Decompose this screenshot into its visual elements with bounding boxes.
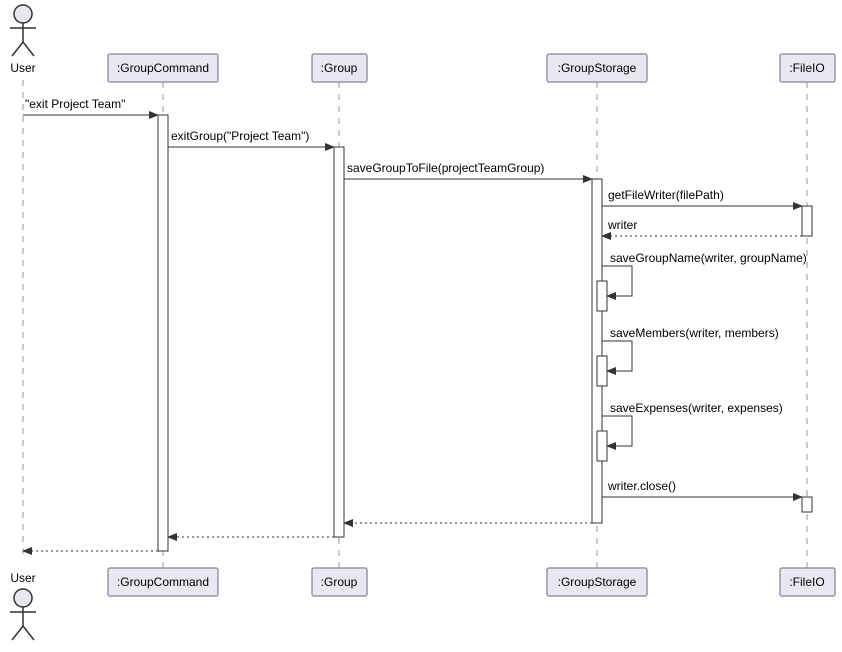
- activation-gs-self-3: [597, 431, 607, 461]
- participant-groupcommand-bottom-label: :GroupCommand: [117, 575, 209, 589]
- actor-user-top-label: User: [10, 61, 35, 75]
- participant-groupstorage-top: :GroupStorage: [547, 54, 647, 82]
- actor-user-bottom-label: User: [10, 571, 35, 585]
- activation-gs-self-2: [597, 356, 607, 386]
- activation-gs-self-1: [597, 281, 607, 311]
- participant-group-bottom-label: :Group: [321, 575, 358, 589]
- participant-groupstorage-bottom: :GroupStorage: [547, 568, 647, 596]
- activation-fileio-2: [802, 497, 812, 512]
- participant-groupstorage-bottom-label: :GroupStorage: [558, 575, 637, 589]
- msg-savemembers-label: saveMembers(writer, members): [610, 326, 779, 340]
- activation-fileio-1: [802, 206, 812, 236]
- participant-groupstorage-top-label: :GroupStorage: [558, 61, 637, 75]
- participant-groupcommand-bottom: :GroupCommand: [108, 568, 218, 596]
- msg-saveexpenses-label: saveExpenses(writer, expenses): [610, 401, 783, 415]
- activation-groupcommand: [158, 115, 168, 551]
- participant-fileio-top-label: :FileIO: [789, 61, 824, 75]
- msg-exitgroup-label: exitGroup("Project Team"): [171, 129, 309, 143]
- participant-groupcommand-top: :GroupCommand: [108, 54, 218, 82]
- participant-fileio-bottom-label: :FileIO: [789, 575, 824, 589]
- actor-user-top: User: [10, 5, 36, 75]
- activation-group: [334, 147, 344, 537]
- participant-groupcommand-top-label: :GroupCommand: [117, 61, 209, 75]
- participant-fileio-top: :FileIO: [780, 54, 835, 82]
- participant-fileio-bottom: :FileIO: [780, 568, 835, 596]
- msg-writerclose-label: writer.close(): [607, 479, 676, 493]
- participant-group-bottom: :Group: [312, 568, 367, 596]
- msg-writer-return-label: writer: [607, 218, 637, 232]
- msg-exit-project-team-label: "exit Project Team": [25, 97, 125, 111]
- activation-groupstorage: [592, 179, 602, 523]
- actor-user-bottom: User: [10, 571, 36, 640]
- msg-getfilewriter-label: getFileWriter(filePath): [608, 188, 724, 202]
- participant-group-top-label: :Group: [321, 61, 358, 75]
- participant-group-top: :Group: [312, 54, 367, 82]
- msg-savegroupname-label: saveGroupName(writer, groupName): [610, 251, 807, 265]
- msg-savegrouptofile-label: saveGroupToFile(projectTeamGroup): [347, 161, 544, 175]
